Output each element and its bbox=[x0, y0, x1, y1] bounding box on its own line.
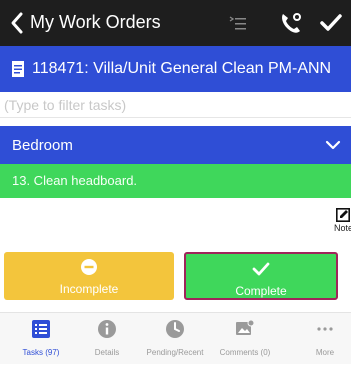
top-nav-bar: My Work Orders bbox=[0, 0, 351, 46]
tab-pending-recent[interactable]: Pending/Recent bbox=[140, 313, 210, 365]
incomplete-label: Incomplete bbox=[59, 282, 119, 296]
checkmark-icon[interactable] bbox=[318, 10, 344, 36]
tab-label: Pending/Recent bbox=[146, 348, 204, 357]
tab-more[interactable]: More bbox=[290, 313, 351, 365]
task-label: 13. Clean headboard. bbox=[12, 173, 138, 188]
task-filter-input[interactable] bbox=[0, 92, 351, 118]
work-order-header: 118471: Villa/Unit General Clean PM-ANN bbox=[0, 46, 351, 92]
info-icon bbox=[98, 320, 116, 338]
photo-comment-icon bbox=[236, 319, 255, 335]
checkmark-icon bbox=[252, 262, 270, 276]
incomplete-button[interactable]: Incomplete bbox=[4, 252, 174, 300]
notes-button[interactable]: Note bbox=[334, 208, 351, 242]
minus-circle-icon bbox=[81, 259, 97, 275]
bottom-tab-bar: Tasks (97) Details Pending/Recent Commen… bbox=[0, 312, 351, 364]
tab-tasks[interactable]: Tasks (97) bbox=[6, 313, 76, 365]
spacer bbox=[0, 118, 351, 126]
work-order-title: 118471: Villa/Unit General Clean PM-ANN bbox=[32, 60, 332, 77]
edit-note-icon bbox=[336, 208, 350, 222]
clock-icon bbox=[166, 320, 184, 338]
task-row[interactable]: 13. Clean headboard. bbox=[0, 164, 351, 198]
tab-label: Comments (0) bbox=[219, 348, 271, 357]
complete-button[interactable]: Complete bbox=[184, 252, 338, 300]
tasks-list-icon bbox=[32, 320, 50, 338]
more-dots-icon bbox=[317, 327, 333, 331]
phone-icon[interactable] bbox=[276, 8, 306, 38]
page-title[interactable]: My Work Orders bbox=[30, 12, 161, 33]
complete-label: Complete bbox=[235, 284, 287, 298]
chevron-down-icon bbox=[325, 140, 341, 150]
notes-label: Note bbox=[334, 223, 351, 233]
tab-comments[interactable]: Comments (0) bbox=[210, 313, 280, 365]
list-icon[interactable] bbox=[228, 14, 248, 32]
section-label: Bedroom bbox=[12, 137, 73, 154]
section-header-bedroom[interactable]: Bedroom bbox=[0, 126, 351, 164]
tab-label: Tasks (97) bbox=[22, 348, 60, 357]
tab-details[interactable]: Details bbox=[72, 313, 142, 365]
document-icon bbox=[12, 61, 24, 77]
tab-label: More bbox=[315, 348, 335, 357]
back-chevron-icon[interactable] bbox=[6, 9, 28, 37]
tab-label: Details bbox=[94, 348, 120, 357]
